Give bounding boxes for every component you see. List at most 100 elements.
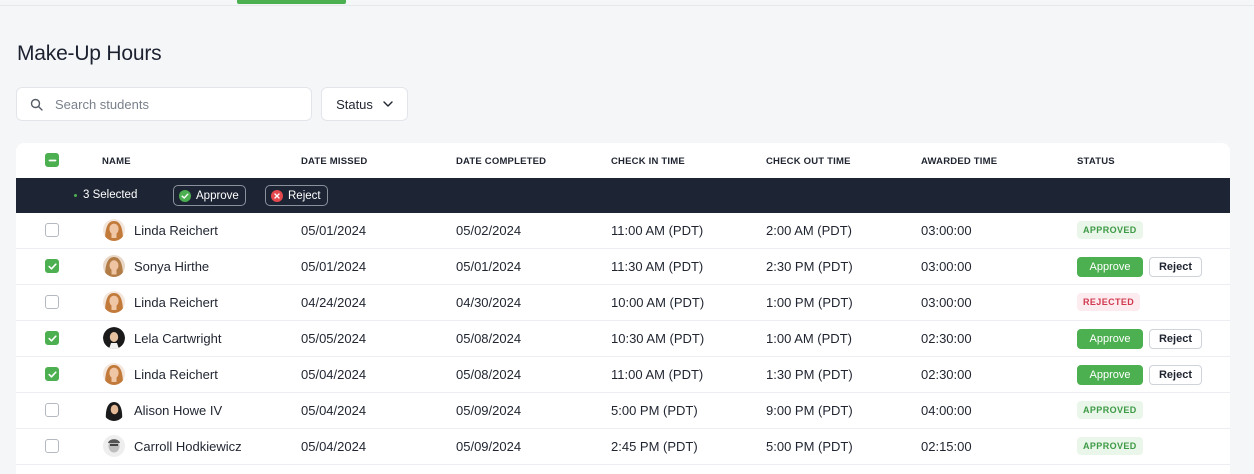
date-missed: 05/01/2024 <box>301 223 367 238</box>
awarded-time: 02:30:00 <box>921 367 972 382</box>
table-row[interactable]: Carroll Hodkiewicz 05/04/2024 05/09/2024… <box>16 429 1230 465</box>
table-row[interactable]: Linda Reichert 04/24/2024 04/30/2024 10:… <box>16 285 1230 321</box>
approve-button[interactable]: Approve <box>1077 365 1143 385</box>
status-badge: APPROVED <box>1077 437 1143 455</box>
bulk-selection-bar: 3 Selected Approve Reject <box>16 178 1230 213</box>
col-status[interactable]: STATUS <box>1077 156 1115 167</box>
date-completed: 05/09/2024 <box>456 403 522 418</box>
avatar <box>103 219 125 241</box>
table-row[interactable]: Alison Howe IV 05/04/2024 05/09/2024 5:0… <box>16 393 1230 429</box>
date-missed: 05/04/2024 <box>301 367 367 382</box>
date-completed: 04/30/2024 <box>456 295 522 310</box>
check-icon <box>48 335 57 342</box>
chevron-down-icon <box>383 101 393 107</box>
awarded-time: 03:00:00 <box>921 223 972 238</box>
col-date-completed[interactable]: DATE COMPLETED <box>456 156 546 167</box>
avatar <box>103 291 125 313</box>
bulk-reject-button[interactable]: Reject <box>265 185 328 206</box>
make-up-hours-table: NAME DATE MISSED DATE COMPLETED CHECK IN… <box>16 143 1230 474</box>
selected-count: 3 Selected <box>83 189 138 201</box>
check-out-time: 2:30 PM (PDT) <box>766 259 853 274</box>
check-out-time: 1:30 PM (PDT) <box>766 367 853 382</box>
status-filter-dropdown[interactable]: Status <box>321 87 408 121</box>
table-row[interactable]: Sonya Hirthe 05/01/2024 05/01/2024 11:30… <box>16 249 1230 285</box>
date-completed: 05/02/2024 <box>456 223 522 238</box>
search-input[interactable] <box>53 95 297 113</box>
search-box[interactable] <box>16 87 312 121</box>
awarded-time: 03:00:00 <box>921 259 972 274</box>
row-checkbox[interactable] <box>45 439 59 453</box>
status-badge: REJECTED <box>1077 293 1141 311</box>
search-icon <box>30 98 43 111</box>
reject-button[interactable]: Reject <box>1149 365 1202 385</box>
awarded-time: 02:15:00 <box>921 439 972 454</box>
check-out-time: 1:00 PM (PDT) <box>766 295 853 310</box>
date-completed: 05/09/2024 <box>456 439 522 454</box>
student-name: Linda Reichert <box>134 295 218 310</box>
date-missed: 05/04/2024 <box>301 403 367 418</box>
reject-button[interactable]: Reject <box>1149 257 1202 277</box>
check-in-time: 10:00 AM (PDT) <box>611 295 705 310</box>
active-tab-indicator <box>237 0 346 4</box>
avatar <box>103 327 125 349</box>
table-header: NAME DATE MISSED DATE COMPLETED CHECK IN… <box>16 143 1230 178</box>
table-row[interactable]: Lela Cartwright 05/05/2024 05/08/2024 10… <box>16 321 1230 357</box>
date-completed: 05/08/2024 <box>456 367 522 382</box>
col-awarded-time[interactable]: AWARDED TIME <box>921 156 997 167</box>
page-title: Make-Up Hours <box>17 42 162 65</box>
check-out-time: 9:00 PM (PDT) <box>766 403 853 418</box>
bulk-approve-button[interactable]: Approve <box>173 185 246 206</box>
col-date-missed[interactable]: DATE MISSED <box>301 156 367 167</box>
row-checkbox[interactable] <box>45 367 59 381</box>
student-name: Linda Reichert <box>134 223 218 238</box>
avatar <box>103 363 125 385</box>
date-missed: 04/24/2024 <box>301 295 367 310</box>
bulk-reject-label: Reject <box>288 189 321 202</box>
awarded-time: 02:30:00 <box>921 331 972 346</box>
table-row[interactable]: Linda Reichert 05/01/2024 05/02/2024 11:… <box>16 213 1230 249</box>
check-icon <box>48 263 57 270</box>
x-circle-icon <box>271 189 283 202</box>
reject-button[interactable]: Reject <box>1149 329 1202 349</box>
student-name: Alison Howe IV <box>134 403 223 418</box>
select-all-checkbox[interactable] <box>45 153 59 167</box>
col-check-out-time[interactable]: CHECK OUT TIME <box>766 156 851 167</box>
check-in-time: 5:00 PM (PDT) <box>611 403 698 418</box>
row-checkbox[interactable] <box>45 223 59 237</box>
date-completed: 05/01/2024 <box>456 259 522 274</box>
table-row[interactable]: Linda Reichert 05/04/2024 05/08/2024 11:… <box>16 357 1230 393</box>
row-checkbox[interactable] <box>45 295 59 309</box>
check-out-time: 2:00 AM (PDT) <box>766 223 852 238</box>
tab-divider <box>0 5 1254 6</box>
row-checkbox[interactable] <box>45 331 59 345</box>
minus-icon <box>48 159 57 162</box>
check-circle-icon <box>179 189 191 202</box>
date-missed: 05/01/2024 <box>301 259 367 274</box>
date-missed: 05/05/2024 <box>301 331 367 346</box>
check-in-time: 10:30 AM (PDT) <box>611 331 705 346</box>
status-filter-label: Status <box>336 96 373 112</box>
approve-button[interactable]: Approve <box>1077 329 1143 349</box>
awarded-time: 03:00:00 <box>921 295 972 310</box>
date-completed: 05/08/2024 <box>456 331 522 346</box>
selection-dot <box>74 194 77 197</box>
check-in-time: 11:00 AM (PDT) <box>611 223 704 238</box>
check-in-time: 11:30 AM (PDT) <box>611 259 704 274</box>
avatar <box>103 435 125 457</box>
date-missed: 05/04/2024 <box>301 439 367 454</box>
check-in-time: 2:45 PM (PDT) <box>611 439 698 454</box>
check-out-time: 1:00 AM (PDT) <box>766 331 852 346</box>
approve-button[interactable]: Approve <box>1077 257 1143 277</box>
check-out-time: 5:00 PM (PDT) <box>766 439 853 454</box>
avatar <box>103 399 125 421</box>
student-name: Linda Reichert <box>134 367 218 382</box>
status-badge: APPROVED <box>1077 221 1143 239</box>
col-name[interactable]: NAME <box>102 156 131 167</box>
avatar <box>103 255 125 277</box>
row-checkbox[interactable] <box>45 259 59 273</box>
student-name: Sonya Hirthe <box>134 259 210 274</box>
bulk-approve-label: Approve <box>196 189 239 202</box>
awarded-time: 04:00:00 <box>921 403 972 418</box>
row-checkbox[interactable] <box>45 403 59 417</box>
col-check-in-time[interactable]: CHECK IN TIME <box>611 156 685 167</box>
